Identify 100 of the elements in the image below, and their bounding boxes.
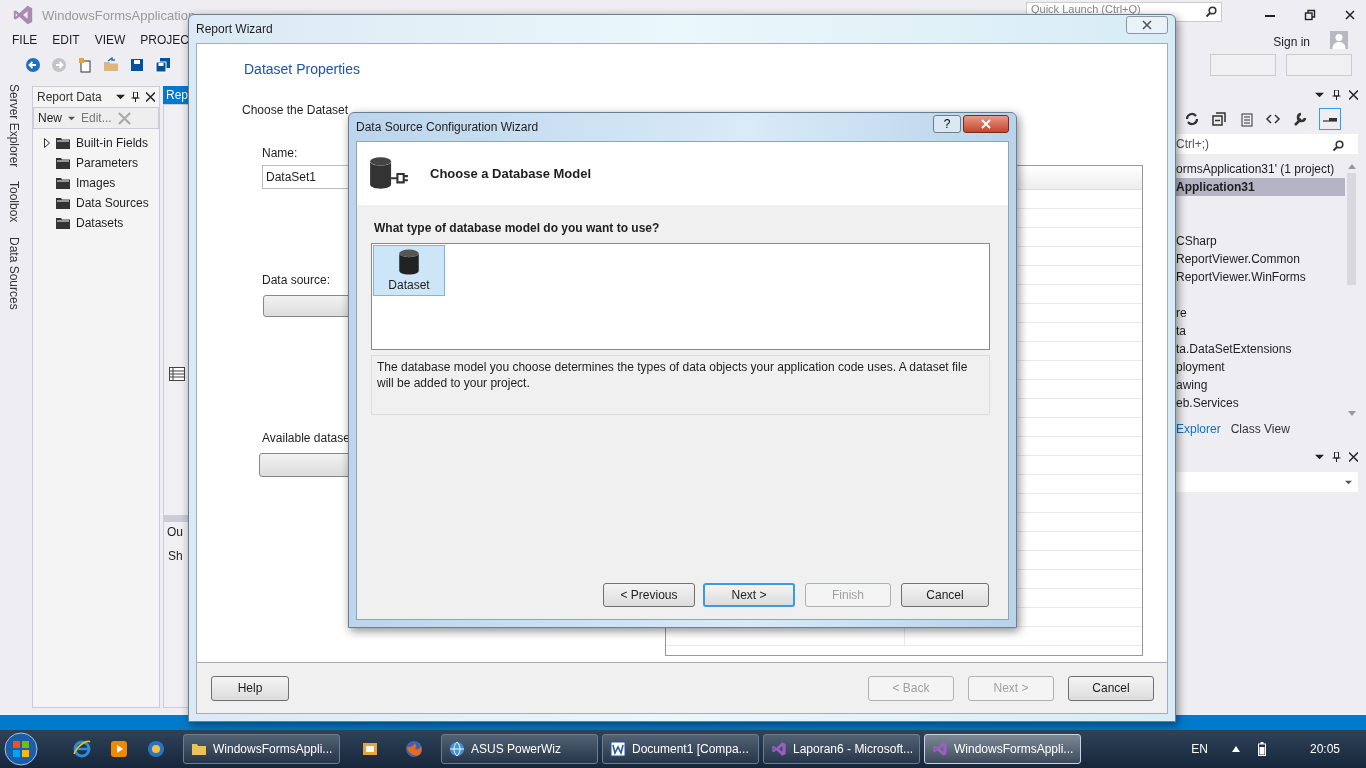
tree-item[interactable]: Parameters: [76, 156, 139, 170]
tree-item[interactable]: CSharp: [1176, 232, 1345, 250]
dropdown-caret-icon[interactable]: [1315, 452, 1324, 462]
language-indicator[interactable]: EN: [1191, 742, 1208, 756]
page-heading: Dataset Properties: [244, 61, 360, 77]
menu-item[interactable]: EDIT: [52, 33, 80, 47]
visual-studio-logo-icon: [932, 741, 948, 757]
side-tab[interactable]: Data Sources: [7, 236, 21, 310]
show-all-files-icon[interactable]: [1238, 111, 1254, 127]
close-icon[interactable]: [146, 92, 155, 102]
window-title: Data Source Configuration Wizard: [356, 120, 539, 134]
media-player-icon[interactable]: [109, 739, 129, 759]
dropdown-caret-icon[interactable]: [68, 114, 75, 122]
visual-studio-logo-icon: [771, 741, 787, 757]
panel-title: Report Data: [37, 90, 103, 104]
menu-item[interactable]: PROJEC: [140, 33, 190, 47]
close-button[interactable]: [963, 115, 1009, 133]
pin-icon[interactable]: [1332, 452, 1341, 462]
help-button[interactable]: ?: [933, 115, 961, 133]
menu-item[interactable]: FILE: [12, 33, 38, 47]
tree-item[interactable]: ta: [1176, 322, 1345, 340]
expand-arrow-icon[interactable]: [44, 138, 50, 148]
help-button[interactable]: Help: [211, 675, 289, 701]
wizard-button[interactable]: Cancel: [1068, 675, 1154, 701]
field-label: Available datase: [262, 431, 350, 445]
close-icon[interactable]: [1349, 452, 1358, 462]
browser-e-icon[interactable]: [72, 739, 92, 759]
dropdown-caret-icon[interactable]: [116, 92, 125, 102]
battery-icon[interactable]: [1257, 742, 1266, 756]
new-project-icon[interactable]: [77, 57, 93, 73]
wizard-button[interactable]: Next >: [703, 583, 795, 607]
tree-item[interactable]: ReportViewer.WinForms: [1176, 268, 1345, 286]
page-heading: Choose a Database Model: [430, 166, 592, 181]
close-icon[interactable]: [1349, 90, 1358, 100]
tree-item[interactable]: ReportViewer.Common: [1176, 250, 1345, 268]
save-icon[interactable]: [129, 57, 145, 73]
close-button[interactable]: [1126, 16, 1168, 34]
tree-item[interactable]: ta.DataSetExtensions: [1176, 340, 1345, 358]
section-label: Choose the Dataset: [242, 103, 349, 117]
edit-button[interactable]: Edit...: [81, 111, 112, 125]
visual-studio-logo-icon: [12, 4, 34, 26]
dropdown-caret-icon[interactable]: [1315, 90, 1324, 100]
fox-browser-icon[interactable]: [404, 739, 424, 759]
question-label: What type of database model do you want to use?: [374, 221, 661, 235]
tree-item[interactable]: Data Sources: [76, 196, 149, 210]
search-icon: [1332, 139, 1344, 152]
taskbar-task[interactable]: Document1 [Compa...: [602, 734, 759, 764]
folder-icon: [56, 217, 70, 229]
folder-icon: [56, 137, 70, 149]
tree-item[interactable]: awing: [1176, 376, 1345, 394]
taskbar-task[interactable]: ASUS PowerWiz: [441, 734, 598, 764]
folder-icon: [56, 197, 70, 209]
refresh-icon[interactable]: [1184, 111, 1200, 127]
preview-icon[interactable]: [1319, 108, 1341, 130]
taskbar-task[interactable]: Laporan6 - Microsoft...: [763, 734, 920, 764]
search-icon: [1205, 6, 1217, 18]
start-button-icon[interactable]: [4, 732, 38, 766]
folder-icon: [56, 177, 70, 189]
close-icon: [981, 119, 991, 129]
window-title: Report Wizard: [196, 22, 273, 36]
tree-item[interactable]: Images: [76, 176, 116, 190]
side-tab[interactable]: Server Explorer: [7, 84, 21, 168]
tree-item[interactable]: Built-in Fields: [76, 136, 149, 150]
tree-item[interactable]: Application31: [1176, 178, 1345, 196]
model-item[interactable]: Dataset: [373, 245, 445, 296]
sign-in-link[interactable]: Sign in: [1273, 35, 1310, 49]
window-title: WindowsFormsApplication: [42, 7, 196, 23]
collapse-all-icon[interactable]: [1211, 111, 1227, 127]
pin-icon[interactable]: [1332, 90, 1341, 100]
open-folder-icon[interactable]: [103, 57, 119, 73]
panel-tab[interactable]: Class View: [1230, 422, 1290, 436]
tree-item[interactable]: re: [1176, 304, 1345, 322]
tray-arrow-icon[interactable]: [1231, 746, 1240, 752]
wizard-button[interactable]: < Previous: [603, 583, 695, 607]
folder-icon: [56, 157, 70, 169]
wizard-button[interactable]: Cancel: [901, 583, 989, 607]
clock[interactable]: 20:05: [1309, 742, 1340, 756]
panel-tab[interactable]: Explorer: [1176, 422, 1221, 436]
tree-item[interactable]: eb.Services: [1176, 394, 1345, 412]
taskbar-task[interactable]: WindowsFormsAppli...: [924, 734, 1081, 764]
database-icon: [398, 249, 420, 275]
browser-circle-icon[interactable]: [146, 739, 166, 759]
close-icon[interactable]: [1344, 9, 1356, 21]
tree-item[interactable]: ormsApplication31' (1 project): [1176, 160, 1345, 178]
restore-icon[interactable]: [1304, 9, 1316, 21]
taskbar-task[interactable]: WindowsFormsAppli...: [183, 734, 340, 764]
back-icon[interactable]: [25, 57, 41, 73]
menu-item[interactable]: VIEW: [94, 33, 126, 47]
wrench-icon[interactable]: [1292, 111, 1308, 127]
pin-icon[interactable]: [131, 92, 140, 102]
search-field[interactable]: Ctrl+;): [1176, 134, 1358, 154]
new-menu-button[interactable]: New: [38, 111, 62, 125]
list-icon[interactable]: [169, 367, 185, 381]
field-label: Name:: [262, 146, 298, 160]
save-all-icon[interactable]: [155, 57, 171, 73]
show-output-label: Sh: [168, 549, 183, 563]
tree-item[interactable]: Datasets: [76, 216, 124, 230]
side-tab[interactable]: Toolbox: [7, 181, 21, 223]
document-w-icon: [610, 741, 626, 757]
tree-item[interactable]: ployment: [1176, 358, 1345, 376]
